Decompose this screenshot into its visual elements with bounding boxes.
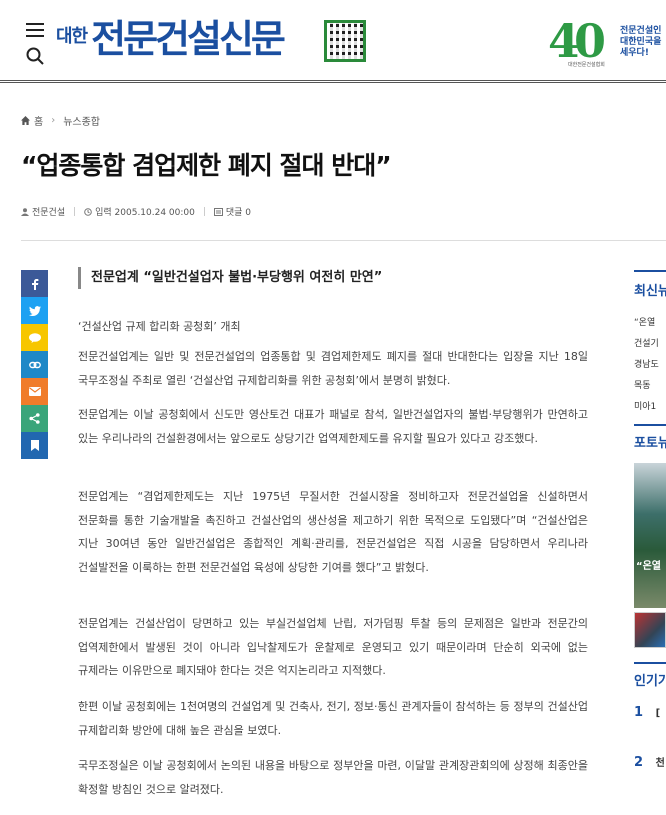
article-subheading: 전문업계 “일반건설업자 불법·부당행위 여전히 만연” xyxy=(78,267,588,289)
breadcrumb-section[interactable]: 뉴스종합 xyxy=(63,113,100,128)
site-logo[interactable]: 대한 전문건설신문 xyxy=(56,14,286,64)
latest-news-title[interactable]: 최신뉴 xyxy=(634,280,666,299)
kakaostory-icon[interactable] xyxy=(21,324,48,351)
breadcrumb-home[interactable]: 홈 xyxy=(34,113,43,128)
author: 전문건설 xyxy=(21,205,65,218)
logo-big: 전문건설신문 xyxy=(91,17,286,61)
qr-code-icon xyxy=(324,20,366,62)
search-icon[interactable] xyxy=(26,47,44,65)
article-meta: 전문건설 입력 2005.10.24 00:00 댓글 0 xyxy=(21,205,251,218)
article-title: “업종통합 겸업제한 폐지 절대 반대” xyxy=(21,151,392,180)
popular-news-title[interactable]: 인기기 xyxy=(634,670,666,689)
article-event: ‘건설산업 규제 합리화 공청회’ 개최 xyxy=(78,320,241,333)
email-icon[interactable] xyxy=(21,378,48,405)
popular-item[interactable]: 2 천 xyxy=(634,751,666,775)
clock-icon xyxy=(84,207,92,216)
article-paragraph: 한편 이날 공청회에는 1천여명의 건설업계 및 건축사, 전기, 정보·통신 … xyxy=(78,700,588,737)
publish-date: 입력 2005.10.24 00:00 xyxy=(84,205,195,218)
right-sidebar: 최신뉴 “온열 건설기 경남도 목동 미아1 포토뉴 “온열 인기기 1 [ 2… xyxy=(634,270,666,815)
photo-news-image[interactable]: “온열 xyxy=(634,463,666,608)
comment-icon xyxy=(213,207,223,216)
latest-news-item[interactable]: 건설기 xyxy=(634,334,666,355)
meta-divider xyxy=(21,240,666,241)
site-header: 대한 전문건설신문 40 전문건설인 대한민국을 세우다! 대한전문건설협회 xyxy=(0,0,666,80)
home-icon[interactable] xyxy=(21,116,30,125)
share-icon[interactable] xyxy=(21,405,48,432)
article-paragraph: 전문업계는 건설산업이 당면하고 있는 부실건설업체 난립, 저가덤핑 투찰 등… xyxy=(78,617,588,677)
facebook-icon[interactable] xyxy=(21,270,48,297)
popular-text: [ xyxy=(655,708,661,719)
article-body: 전문업계 “일반건설업자 불법·부당행위 여전히 만연” ‘건설산업 규제 합리… xyxy=(78,267,588,796)
article-paragraph: 전문건설업계는 일반 및 전문건설업의 업종통합 및 겸업제한제도 폐지를 절대… xyxy=(78,350,588,387)
header-divider xyxy=(0,80,666,83)
popular-item[interactable]: 1 [ xyxy=(634,701,666,725)
link-icon[interactable] xyxy=(21,351,48,378)
author-name: 전문건설 xyxy=(32,208,66,218)
breadcrumb: 홈 › 뉴스종합 xyxy=(21,113,100,128)
anniversary-number: 40 xyxy=(548,14,606,68)
article-paragraph: 전문업계는 이날 공청회에서 신도만 영산토건 대표가 패널로 참석, 일반건설… xyxy=(78,408,588,445)
comment-count[interactable]: 댓글 0 xyxy=(213,205,252,218)
latest-news-item[interactable]: “온열 xyxy=(634,313,666,334)
chevron-right-icon: › xyxy=(51,115,56,126)
share-bar xyxy=(21,270,48,459)
bookmark-icon[interactable] xyxy=(21,432,48,459)
twitter-icon[interactable] xyxy=(21,297,48,324)
latest-news-item[interactable]: 경남도 xyxy=(634,355,666,376)
anniversary-banner[interactable]: 40 전문건설인 대한민국을 세우다! 대한전문건설협회 xyxy=(548,14,666,68)
user-icon xyxy=(21,207,29,216)
latest-news-item[interactable]: 미아1 xyxy=(634,397,666,418)
menu-icon[interactable] xyxy=(26,23,44,37)
latest-news-item[interactable]: 목동 xyxy=(634,376,666,397)
popular-rank: 1 xyxy=(634,705,644,720)
anniversary-text: 전문건설인 대한민국을 세우다! xyxy=(620,26,662,58)
popular-text: 천 xyxy=(655,758,665,769)
date-text: 입력 2005.10.24 00:00 xyxy=(95,208,195,218)
popular-rank: 2 xyxy=(634,755,644,770)
photo-news-title[interactable]: 포토뉴 xyxy=(634,432,666,451)
article-paragraph: 국무조정실은 이날 공청회에서 논의된 내용을 바탕으로 정부안을 마련, 이달… xyxy=(78,759,588,796)
photo-caption: “온열 xyxy=(636,561,661,572)
anniversary-sub: 대한전문건설협회 xyxy=(568,62,605,68)
logo-small: 대한 xyxy=(56,26,88,47)
article-paragraph: 전문업계는 “겸업제한제도는 지난 1975년 무질서한 건설시장을 정비하고자… xyxy=(78,490,588,574)
photo-thumbnail[interactable] xyxy=(634,612,666,648)
comment-text: 댓글 0 xyxy=(225,208,252,218)
